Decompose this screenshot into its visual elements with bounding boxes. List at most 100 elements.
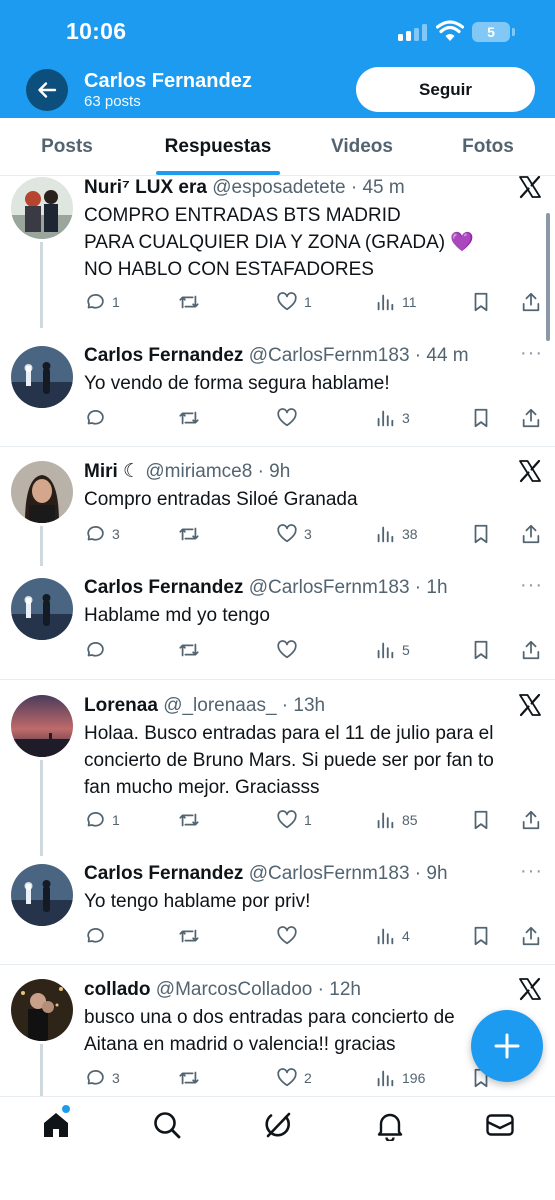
tab-respuestas[interactable]: Respuestas — [148, 118, 288, 176]
battery-level: 5 — [487, 24, 495, 40]
more-options-icon[interactable]: ··· — [520, 574, 543, 597]
author-name[interactable]: Lorenaa — [84, 695, 158, 716]
author-name[interactable]: Nuri⁷ LUX era — [84, 177, 207, 198]
avatar[interactable] — [11, 979, 73, 1041]
like-button[interactable]: 1 — [276, 808, 312, 832]
author-handle-time[interactable]: @MarcosColladoo · 12h — [156, 979, 361, 1000]
repost-button[interactable] — [178, 1066, 206, 1090]
view-count: 4 — [402, 928, 410, 944]
views-button[interactable]: 85 — [374, 808, 418, 832]
like-button[interactable]: 2 — [276, 1066, 312, 1090]
post-item[interactable]: Miri ☾ @miriamce8 · 9h Compro entradas S… — [0, 459, 555, 566]
post-item[interactable]: Carlos Fernandez @CarlosFernm183 · 9h ··… — [0, 860, 555, 964]
reply-button[interactable] — [84, 638, 112, 662]
author-handle-time[interactable]: @_lorenaas_ · 13h — [163, 695, 325, 716]
more-options-icon[interactable]: ··· — [520, 860, 543, 883]
heart-icon — [277, 810, 297, 829]
author-handle-time[interactable]: @CarlosFernm183 · 9h — [249, 863, 448, 884]
bookmark-button[interactable] — [470, 924, 492, 948]
battery-icon: 5 — [472, 22, 510, 42]
views-button[interactable]: 11 — [374, 290, 417, 314]
search-icon[interactable] — [151, 1109, 183, 1141]
author-name[interactable]: Carlos Fernandez — [84, 863, 243, 884]
avatar[interactable] — [11, 695, 73, 757]
repost-button[interactable] — [178, 638, 206, 662]
tab-posts[interactable]: Posts — [20, 118, 114, 176]
tab-videos[interactable]: Videos — [318, 118, 406, 176]
post-text-line: Aitana en madrid o valencia!! gracias — [84, 1034, 396, 1055]
like-button[interactable] — [276, 924, 304, 948]
views-button[interactable]: 3 — [374, 406, 410, 430]
post-item[interactable]: Lorenaa @_lorenaas_ · 13h Holaa. Busco e… — [0, 693, 555, 856]
author-handle-time[interactable]: @miriamce8 · 9h — [145, 461, 290, 482]
share-button[interactable] — [520, 290, 542, 314]
repost-icon — [179, 411, 199, 425]
reply-button[interactable]: 3 — [84, 1066, 120, 1090]
author-handle-time[interactable]: @CarlosFernm183 · 44 m — [249, 345, 469, 366]
author-name[interactable]: Carlos Fernandez — [84, 345, 243, 366]
feed-scrollbar[interactable] — [546, 213, 550, 341]
bookmark-button[interactable] — [470, 522, 492, 546]
replies-feed[interactable]: Nuri⁷ LUX era @esposadetete · 45 m COMPR… — [0, 176, 555, 1096]
post-text: Yo tengo hablame por priv! — [84, 888, 534, 915]
post-text-line: Hablame md yo tengo — [84, 605, 270, 626]
like-button[interactable]: 1 — [276, 290, 312, 314]
share-button[interactable] — [520, 638, 542, 662]
like-button[interactable]: 3 — [276, 522, 312, 546]
reply-button[interactable]: 1 — [84, 808, 120, 832]
compose-post-button[interactable] — [471, 1010, 543, 1082]
like-button[interactable] — [276, 638, 304, 662]
share-button[interactable] — [520, 924, 542, 948]
follow-button[interactable]: Seguir — [356, 67, 535, 112]
avatar[interactable] — [11, 461, 73, 523]
share-button[interactable] — [520, 406, 542, 430]
reply-button[interactable] — [84, 924, 112, 948]
views-button[interactable]: 5 — [374, 638, 410, 662]
share-button[interactable] — [520, 808, 542, 832]
avatar[interactable] — [11, 346, 73, 408]
views-button[interactable]: 38 — [374, 522, 418, 546]
reply-button[interactable]: 1 — [84, 290, 120, 314]
views-button[interactable]: 196 — [374, 1066, 425, 1090]
views-button[interactable]: 4 — [374, 924, 410, 948]
author-name[interactable]: Miri ☾ — [84, 461, 140, 482]
notifications-icon[interactable] — [374, 1109, 406, 1141]
author-handle-time[interactable]: @esposadetete · 45 m — [212, 177, 405, 198]
grok-icon[interactable] — [262, 1109, 294, 1141]
bookmark-button[interactable] — [470, 808, 492, 832]
back-button[interactable] — [26, 69, 68, 111]
post-text-line: concierto de Bruno Mars. Si puede ser po… — [84, 750, 494, 771]
post-item[interactable]: Nuri⁷ LUX era @esposadetete · 45 m COMPR… — [0, 176, 555, 328]
repost-button[interactable] — [178, 522, 206, 546]
avatar[interactable] — [11, 578, 73, 640]
post-header: Lorenaa @_lorenaas_ · 13h — [84, 694, 325, 718]
repost-button[interactable] — [178, 290, 206, 314]
post-item[interactable]: Carlos Fernandez @CarlosFernm183 · 1h ··… — [0, 574, 555, 678]
bookmark-icon — [474, 292, 488, 312]
like-button[interactable] — [276, 406, 304, 430]
post-item[interactable]: Carlos Fernandez @CarlosFernm183 · 44 m … — [0, 342, 555, 446]
home-notification-dot — [62, 1105, 70, 1113]
tab-fotos[interactable]: Fotos — [450, 118, 526, 176]
x-logo-icon — [519, 459, 541, 483]
author-name[interactable]: Carlos Fernandez — [84, 577, 243, 598]
author-handle-time[interactable]: @CarlosFernm183 · 1h — [249, 577, 448, 598]
repost-button[interactable] — [178, 924, 206, 948]
bookmark-button[interactable] — [470, 638, 492, 662]
repost-button[interactable] — [178, 406, 206, 430]
home-icon[interactable] — [40, 1109, 72, 1141]
repost-button[interactable] — [178, 808, 206, 832]
repost-icon — [179, 1071, 199, 1085]
share-button[interactable] — [520, 522, 542, 546]
reply-button[interactable]: 3 — [84, 522, 120, 546]
bookmark-button[interactable] — [470, 406, 492, 430]
more-options-icon[interactable]: ··· — [520, 342, 543, 365]
avatar[interactable] — [11, 864, 73, 926]
avatar[interactable] — [11, 177, 73, 239]
messages-icon[interactable] — [484, 1109, 516, 1141]
reply-icon — [87, 526, 104, 541]
post-actions: 3 2 196 — [84, 1066, 544, 1090]
author-name[interactable]: collado — [84, 979, 151, 1000]
reply-button[interactable] — [84, 406, 112, 430]
bookmark-button[interactable] — [470, 290, 492, 314]
